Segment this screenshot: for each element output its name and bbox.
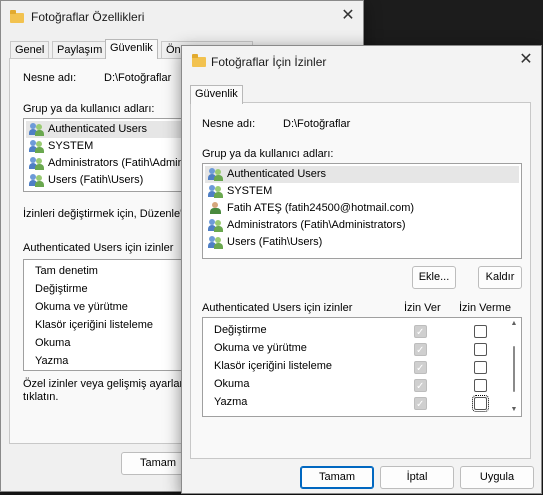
permissions-dialog: Fotoğraflar İçin İzinler ✕ Güvenlik Nesn… — [181, 45, 542, 494]
group-icon — [29, 157, 45, 170]
list-item[interactable]: Authenticated Users — [205, 166, 519, 183]
permission-name: Yazma — [214, 396, 248, 408]
scroll-up-icon[interactable]: ▲ — [510, 320, 518, 328]
properties-titlebar[interactable]: Fotoğraflar Özellikleri ✕ — [1, 1, 363, 31]
group-label: Grup ya da kullanıcı adları: — [23, 103, 155, 115]
allow-checkbox[interactable] — [414, 396, 427, 413]
permission-row: Yazma — [203, 394, 521, 413]
tab-security[interactable]: Güvenlik — [105, 39, 158, 59]
scroll-down-icon[interactable]: ▼ — [510, 406, 518, 414]
permission-name: Değiştirme — [214, 324, 267, 336]
users-list[interactable]: Authenticated Users SYSTEM Fatih ATEŞ (f… — [202, 163, 522, 259]
advanced-hint-2: tıklatın. — [23, 391, 59, 403]
list-item[interactable]: Users (Fatih\Users) — [205, 234, 519, 251]
allow-checkbox[interactable] — [414, 342, 427, 359]
permissions-label: Authenticated Users için izinler — [23, 242, 174, 254]
folder-icon — [10, 10, 24, 23]
apply-button[interactable]: Uygula — [460, 466, 534, 489]
remove-button[interactable]: Kaldır — [478, 266, 522, 289]
tab-sharing[interactable]: Paylaşım — [52, 41, 108, 59]
cancel-button[interactable]: İptal — [380, 466, 454, 489]
window-title: Fotoğraflar Özellikleri — [31, 10, 145, 24]
allow-checkbox[interactable] — [414, 360, 427, 377]
user-name: Users (Fatih\Users) — [48, 174, 144, 186]
ok-button[interactable]: Tamam — [300, 466, 374, 489]
folder-icon — [192, 54, 206, 67]
group-icon — [29, 123, 45, 136]
permissions-scrollbar[interactable]: ▲ ▼ — [509, 318, 519, 416]
user-name: Authenticated Users — [227, 168, 327, 180]
list-item[interactable]: Administrators (Fatih\Administrators) — [205, 217, 519, 234]
group-icon — [208, 219, 224, 232]
deny-checkbox[interactable] — [472, 395, 489, 412]
permission-name: Klasör içeriğini listeleme — [214, 360, 332, 372]
user-name: Administrators (Fatih\Administrators) — [227, 219, 406, 231]
allow-header: İzin Ver — [404, 302, 441, 314]
permission-name: Okuma — [214, 378, 250, 390]
add-button[interactable]: Ekle... — [412, 266, 456, 289]
user-name: SYSTEM — [48, 140, 94, 152]
permission-row: Okuma ve yürütme — [203, 340, 521, 359]
permission-row: Okuma — [203, 376, 521, 395]
group-label: Grup ya da kullanıcı adları: — [202, 148, 334, 160]
permissions-label: Authenticated Users için izinler — [202, 302, 353, 314]
group-icon — [29, 174, 45, 187]
permissions-list[interactable]: Değiştirme Okuma ve yürütme Klasör içeri… — [202, 317, 522, 417]
user-name: Authenticated Users — [48, 123, 148, 135]
dialog-titlebar[interactable]: Fotoğraflar İçin İzinler ✕ — [182, 46, 541, 76]
dialog-security-panel: Nesne adı: D:\Fotoğraflar Grup ya da kul… — [190, 102, 531, 459]
group-icon — [208, 185, 224, 198]
group-icon — [208, 236, 224, 249]
object-name-value: D:\Fotoğraflar — [283, 118, 351, 130]
object-name-value: D:\Fotoğraflar — [104, 72, 172, 84]
allow-checkbox[interactable] — [414, 378, 427, 395]
permission-row: Klasör içeriğini listeleme — [203, 358, 521, 377]
tab-general[interactable]: Genel — [10, 41, 50, 59]
scroll-thumb[interactable] — [513, 346, 515, 392]
deny-checkbox[interactable] — [474, 325, 487, 338]
close-icon[interactable]: ✕ — [340, 8, 356, 24]
close-icon[interactable]: ✕ — [518, 52, 534, 68]
user-name: Users (Fatih\Users) — [227, 236, 323, 248]
user-icon — [208, 202, 224, 215]
object-name-label: Nesne adı: — [202, 118, 256, 130]
group-icon — [208, 168, 224, 181]
allow-checkbox[interactable] — [414, 324, 427, 341]
group-icon — [29, 140, 45, 153]
object-name-label: Nesne adı: — [23, 72, 77, 84]
list-item[interactable]: SYSTEM — [205, 183, 519, 200]
deny-checkbox[interactable] — [474, 361, 487, 374]
deny-checkbox[interactable] — [474, 343, 487, 356]
user-name: SYSTEM — [227, 185, 273, 197]
deny-header: İzin Verme — [459, 302, 511, 314]
dialog-title: Fotoğraflar İçin İzinler — [211, 55, 327, 69]
permission-name: Okuma ve yürütme — [214, 342, 307, 354]
list-item[interactable]: Fatih ATEŞ (fatih24500@hotmail.com) — [205, 200, 519, 217]
user-name: Fatih ATEŞ (fatih24500@hotmail.com) — [227, 202, 415, 214]
permission-row: Değiştirme — [203, 322, 521, 341]
deny-checkbox[interactable] — [474, 379, 487, 392]
tab-security[interactable]: Güvenlik — [190, 85, 243, 104]
